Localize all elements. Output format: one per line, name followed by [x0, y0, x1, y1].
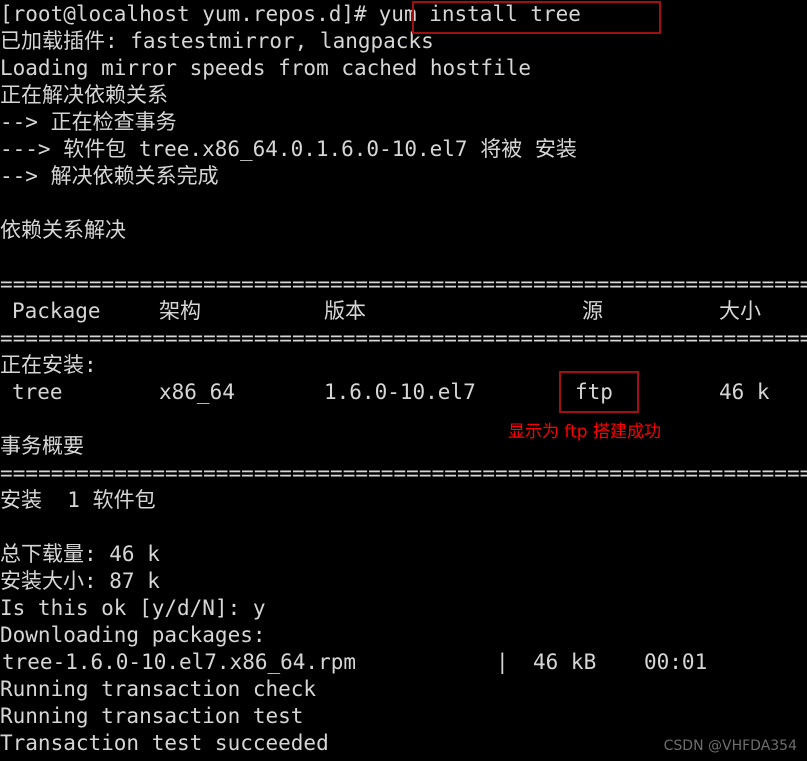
terminal-line-transaction-summary-title: 事务概要 [0, 434, 84, 458]
csdn-watermark: CSDN @VHFDA354 [663, 738, 797, 754]
summary-separator: ========================================… [0, 461, 807, 485]
table-cell-size: 46 k [719, 380, 770, 404]
table-separator-bottom: ========================================… [0, 326, 807, 350]
table-separator-top: ========================================… [0, 272, 807, 296]
terminal-line-loaded-plugins: 已加载插件: fastestmirror, langpacks [0, 29, 434, 53]
download-filename: tree-1.6.0-10.el7.x86_64.rpm [2, 650, 357, 674]
table-header-arch: 架构 [159, 299, 201, 323]
table-cell-arch: x86_64 [159, 380, 235, 404]
table-cell-package: tree [12, 380, 63, 404]
terminal-line-running-transaction-test: Running transaction test [0, 704, 304, 728]
terminal-line-deps-resolved-arrow: --> 解决依赖关系完成 [0, 164, 219, 188]
terminal-window[interactable]: [root@localhost yum.repos.d]# yum install… [0, 0, 807, 761]
terminal-line-package-will-install: ---> 软件包 tree.x86_64.0.1.6.0-10.el7 将被 安… [0, 137, 577, 161]
download-elapsed-time: 00:01 [644, 650, 708, 674]
terminal-line-running-transaction-check: Running transaction check [0, 677, 317, 701]
terminal-line-installing-label: 正在安装: [0, 353, 97, 377]
terminal-line-total-download-size: 总下载量: 46 k [0, 542, 160, 566]
table-header-repo: 源 [582, 299, 603, 323]
terminal-line-confirm-prompt: Is this ok [y/d/N]: y [0, 596, 266, 620]
table-cell-version: 1.6.0-10.el7 [324, 380, 476, 404]
terminal-line-resolving-deps: 正在解决依赖关系 [0, 83, 168, 107]
annotation-ftp-note: 显示为 ftp 搭建成功 [508, 422, 661, 442]
table-header-size: 大小 [719, 299, 761, 323]
terminal-line-loading-mirror: Loading mirror speeds from cached hostfi… [0, 56, 532, 80]
table-cell-repo: ftp [575, 380, 613, 404]
shell-prompt: [root@localhost yum.repos.d]# [0, 2, 367, 26]
download-pipe-separator: | [496, 650, 509, 674]
download-size: 46 kB [533, 650, 597, 674]
terminal-line-prompt-command: [root@localhost yum.repos.d]# yum install… [0, 1, 807, 28]
terminal-line-install-count: 安装 1 软件包 [0, 488, 156, 512]
table-header-version: 版本 [324, 299, 366, 323]
terminal-line-checking-transaction: --> 正在检查事务 [0, 110, 177, 134]
table-header-package: Package [12, 299, 101, 323]
typed-command: yum install tree [378, 2, 581, 26]
terminal-line-deps-resolved-title: 依赖关系解决 [0, 218, 126, 242]
terminal-line-downloading-packages: Downloading packages: [0, 623, 266, 647]
terminal-line-installed-size: 安装大小: 87 k [0, 569, 160, 593]
